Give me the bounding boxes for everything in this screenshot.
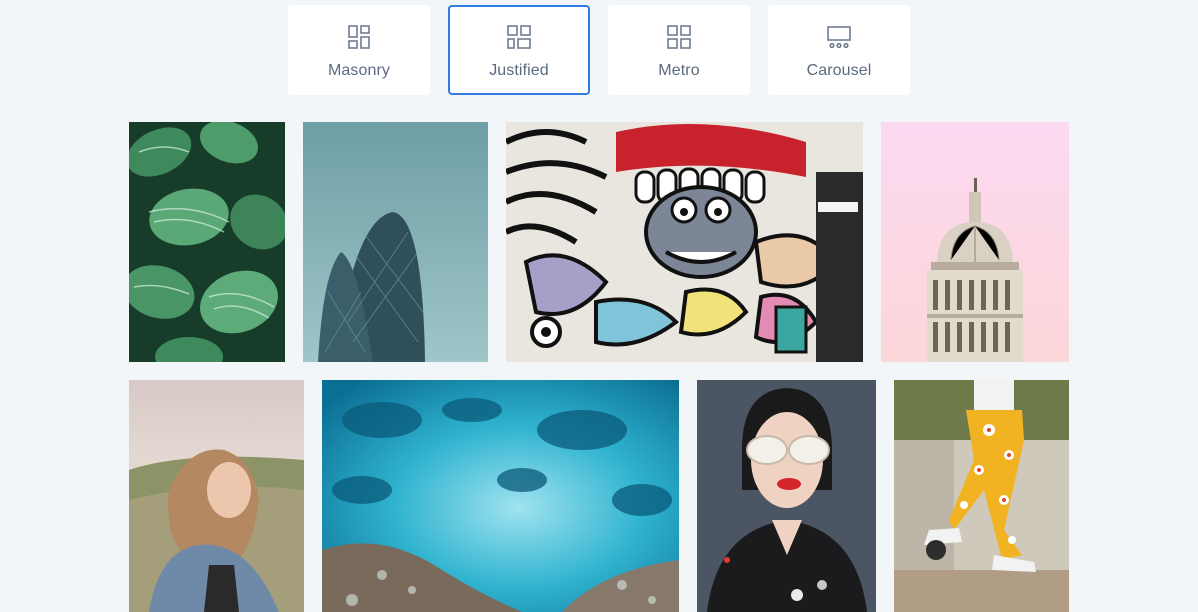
- metro-layout-icon: [667, 25, 691, 49]
- woman-sunglasses-image: [697, 380, 876, 612]
- leaves-image: [129, 122, 285, 362]
- gallery-photo-skyscrapers[interactable]: [303, 122, 488, 362]
- tab-masonry-label: Masonry: [327, 62, 391, 79]
- tab-metro[interactable]: Metro: [608, 5, 750, 95]
- gallery-photo-woman-field[interactable]: [129, 380, 304, 612]
- gallery-photo-graffiti[interactable]: [506, 122, 863, 362]
- tab-justified[interactable]: Justified: [448, 5, 590, 95]
- ocean-image: [322, 380, 679, 612]
- masonry-layout-icon: [348, 25, 370, 49]
- gallery-photo-yellow-pants[interactable]: [894, 380, 1069, 612]
- tab-carousel[interactable]: Carousel: [768, 5, 910, 95]
- yellow-pants-image: [894, 380, 1069, 612]
- woman-field-image: [129, 380, 304, 612]
- dome-image: [881, 122, 1069, 362]
- gallery-photo-dome[interactable]: [881, 122, 1069, 362]
- gallery-photo-ocean[interactable]: [322, 380, 679, 612]
- tab-masonry[interactable]: Masonry: [288, 5, 430, 95]
- carousel-layout-icon: [827, 26, 851, 49]
- layout-tab-bar: Masonry Justified Metro Carousel: [288, 5, 910, 95]
- tab-justified-label: Justified: [489, 62, 549, 79]
- justified-layout-icon: [507, 25, 531, 49]
- gallery-photo-woman-sunglasses[interactable]: [697, 380, 876, 612]
- tab-carousel-label: Carousel: [806, 62, 872, 79]
- graffiti-image: [506, 122, 863, 362]
- gallery-photo-leaves[interactable]: [129, 122, 285, 362]
- tab-metro-label: Metro: [658, 62, 700, 79]
- skyscrapers-image: [303, 122, 488, 362]
